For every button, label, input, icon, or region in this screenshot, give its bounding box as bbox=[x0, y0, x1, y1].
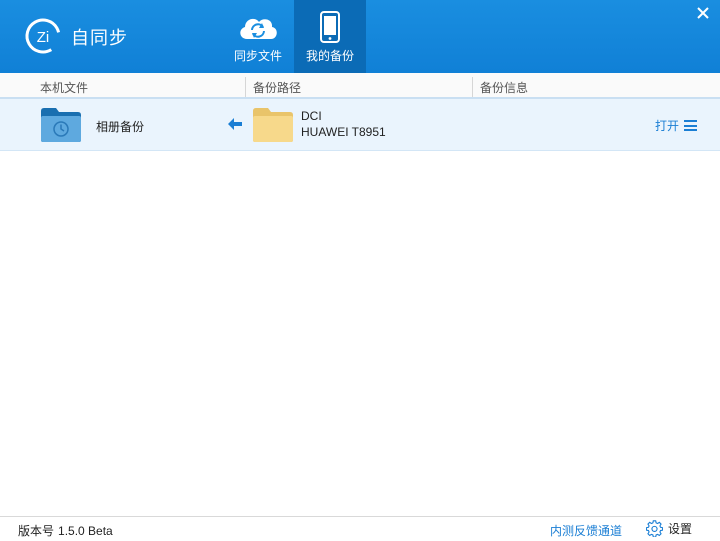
status-bar: 版本号 1.5.0 Beta 内测反馈通道 设置 bbox=[0, 516, 720, 541]
column-divider bbox=[472, 77, 473, 97]
feedback-link[interactable]: 内测反馈通道 bbox=[550, 522, 622, 539]
tab-label: 同步文件 bbox=[233, 49, 282, 63]
version-number: 1.5.0 Beta bbox=[58, 524, 113, 538]
open-button[interactable]: 打开 bbox=[655, 117, 698, 134]
open-label: 打开 bbox=[655, 119, 680, 133]
album-folder-icon bbox=[41, 108, 81, 142]
folder-icon bbox=[253, 108, 293, 142]
arrow-left-icon bbox=[228, 118, 242, 130]
backup-device-name: HUAWEI T8951 bbox=[301, 125, 386, 139]
app-name: 自同步 bbox=[71, 28, 128, 48]
settings-label: 设置 bbox=[668, 522, 693, 536]
backup-destination-name: DCI bbox=[301, 109, 322, 123]
close-icon[interactable] bbox=[696, 6, 710, 20]
logo-text: Zi bbox=[37, 29, 50, 46]
backup-row[interactable]: 相册备份 DCI HUAWEI T8951 打开 bbox=[0, 99, 720, 151]
version-info: 版本号 1.5.0 Beta bbox=[18, 522, 113, 539]
app-logo-icon: Zi bbox=[25, 18, 61, 54]
column-divider bbox=[245, 77, 246, 97]
version-label: 版本号 bbox=[18, 524, 55, 538]
menu-icon[interactable] bbox=[684, 120, 698, 131]
column-local-files[interactable]: 本机文件 bbox=[40, 79, 88, 96]
column-backup-info[interactable]: 备份信息 bbox=[480, 79, 528, 96]
column-backup-path[interactable]: 备份路径 bbox=[253, 79, 301, 96]
settings-button[interactable]: 设置 bbox=[646, 520, 692, 537]
tab-sync-files[interactable]: 同步文件 bbox=[222, 0, 294, 73]
local-folder-name: 相册备份 bbox=[96, 120, 145, 134]
phone-icon bbox=[319, 10, 341, 44]
tab-label: 我的备份 bbox=[305, 49, 354, 63]
column-header: 本机文件 备份路径 备份信息 bbox=[0, 73, 720, 99]
tab-my-backup[interactable]: 我的备份 bbox=[294, 0, 366, 73]
cloud-sync-icon bbox=[235, 10, 281, 44]
title-bar: Zi 自同步 同步文件 我的备份 bbox=[0, 0, 720, 73]
gear-icon bbox=[646, 520, 663, 537]
